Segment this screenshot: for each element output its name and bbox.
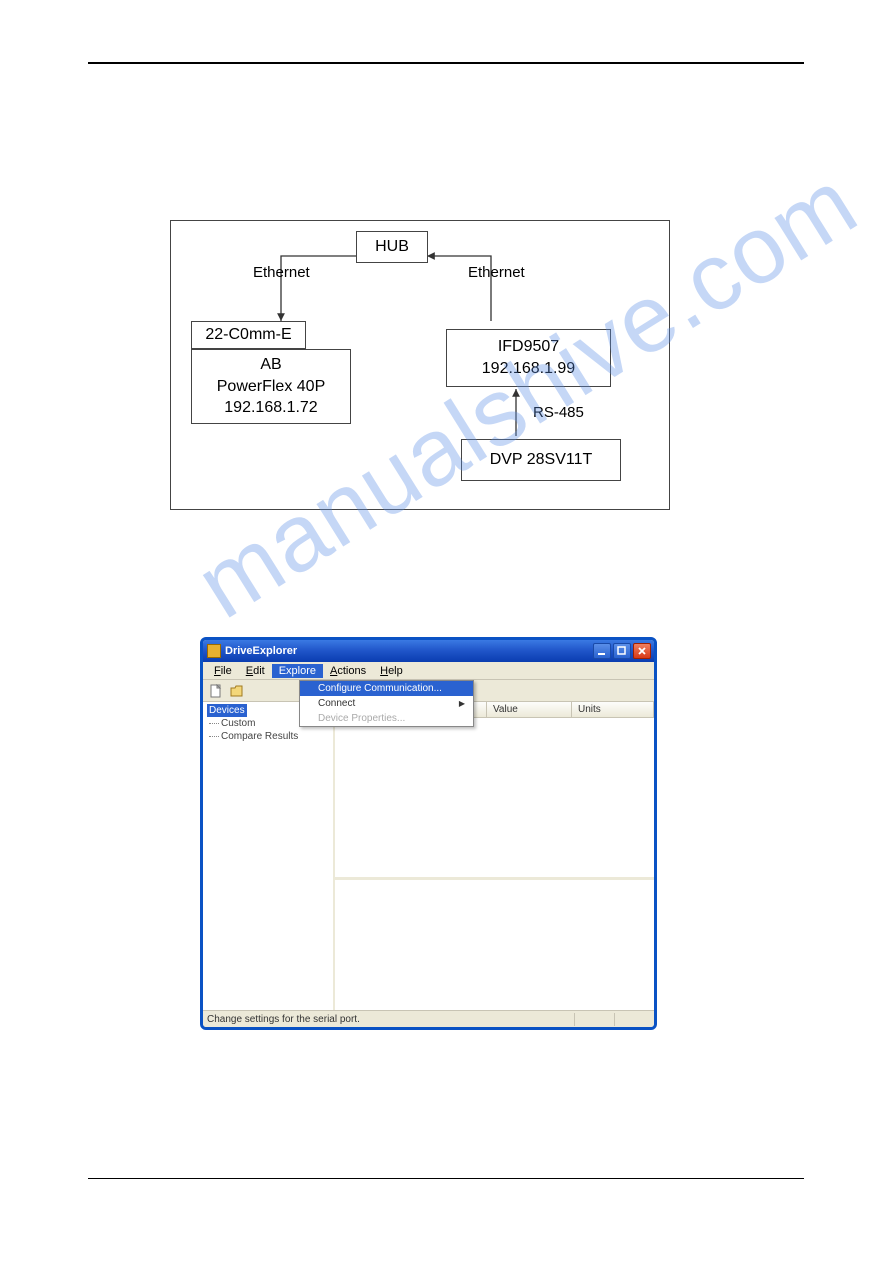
- list-panel: S N:P.# Name Value Units: [335, 702, 654, 1010]
- ethernet-right-label: Ethernet: [468, 264, 525, 281]
- menu-help[interactable]: Help: [373, 664, 410, 678]
- menu-explore[interactable]: Explore: [272, 664, 323, 678]
- window-title: DriveExplorer: [225, 645, 592, 657]
- submenu-arrow-icon: ▶: [459, 699, 465, 708]
- maximize-icon: [617, 646, 627, 656]
- minimize-icon: [597, 646, 607, 656]
- rs485-label: RS-485: [533, 404, 584, 421]
- status-cell-1: [574, 1013, 614, 1026]
- open-button[interactable]: [228, 682, 246, 700]
- comm-module-label: 22-C0mm-E: [205, 324, 291, 346]
- close-icon: [637, 646, 647, 656]
- status-cell-2: [614, 1013, 654, 1026]
- open-folder-icon: [230, 684, 244, 698]
- tree-panel[interactable]: Devices Custom Compare Results: [203, 702, 335, 1010]
- hub-box: HUB: [356, 231, 428, 263]
- menu-file[interactable]: File: [207, 664, 239, 678]
- maximize-button[interactable]: [613, 643, 631, 659]
- ab-drive-box: AB PowerFlex 40P 192.168.1.72: [191, 349, 351, 424]
- driveexplorer-window: DriveExplorer File Edit Explore Actions …: [200, 637, 657, 1030]
- top-rule: [88, 62, 804, 64]
- dropdown-configure-communication[interactable]: Configure Communication...: [300, 681, 473, 696]
- tree-item-devices[interactable]: Devices: [207, 704, 247, 717]
- new-file-icon: [209, 684, 223, 698]
- dropdown-connect[interactable]: Connect ▶: [300, 696, 473, 711]
- ifd-box: IFD9507 192.168.1.99: [446, 329, 611, 387]
- tree-item-compare[interactable]: Compare Results: [207, 730, 331, 743]
- menu-actions[interactable]: Actions: [323, 664, 373, 678]
- dvp-box: DVP 28SV11T: [461, 439, 621, 481]
- new-button[interactable]: [207, 682, 225, 700]
- ab-line2: PowerFlex 40P: [217, 376, 326, 398]
- col-units[interactable]: Units: [572, 702, 654, 717]
- window-body: Devices Custom Compare Results S N:P.# N…: [203, 702, 654, 1010]
- titlebar[interactable]: DriveExplorer: [203, 640, 654, 662]
- bottom-rule: [88, 1178, 804, 1179]
- page: [88, 62, 804, 64]
- ab-line1: AB: [260, 354, 281, 376]
- menubar: File Edit Explore Actions Help: [203, 662, 654, 680]
- status-text: Change settings for the serial port.: [207, 1014, 360, 1025]
- col-value[interactable]: Value: [487, 702, 572, 717]
- close-button[interactable]: [633, 643, 651, 659]
- dropdown-device-properties: Device Properties...: [300, 711, 473, 726]
- network-diagram: HUB Ethernet Ethernet 22-C0mm-E AB Power…: [170, 220, 670, 510]
- comm-module-box: 22-C0mm-E: [191, 321, 306, 349]
- menu-edit[interactable]: Edit: [239, 664, 272, 678]
- ab-line3: 192.168.1.72: [224, 397, 317, 419]
- ifd-line2: 192.168.1.99: [482, 358, 575, 380]
- list-body-upper[interactable]: [335, 718, 654, 877]
- explore-dropdown: Configure Communication... Connect ▶ Dev…: [299, 680, 474, 727]
- ethernet-left-label: Ethernet: [253, 264, 310, 281]
- statusbar: Change settings for the serial port.: [203, 1010, 654, 1027]
- ifd-line1: IFD9507: [498, 336, 559, 358]
- minimize-button[interactable]: [593, 643, 611, 659]
- list-body-lower[interactable]: [335, 880, 654, 1010]
- hub-label: HUB: [375, 236, 409, 258]
- app-icon: [207, 644, 221, 658]
- dvp-label: DVP 28SV11T: [490, 449, 593, 471]
